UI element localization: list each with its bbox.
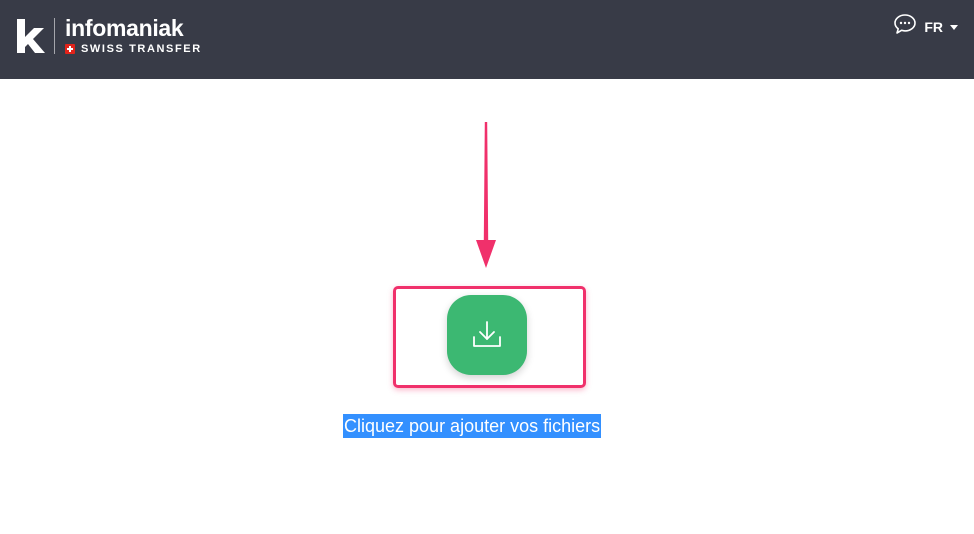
product-name: SWISS TRANSFER <box>81 43 202 55</box>
logo-divider <box>54 18 55 54</box>
header-actions: FR <box>893 13 958 35</box>
swiss-flag-icon <box>65 44 75 54</box>
arrow-down-icon <box>476 122 496 268</box>
brand-name: infomaniak <box>65 15 184 41</box>
chat-bubble-icon[interactable] <box>893 13 917 35</box>
upload-instruction-link[interactable]: Cliquez pour ajouter vos fichiers <box>343 414 602 438</box>
logo[interactable]: infomaniak SWISS TRANSFER <box>16 16 202 56</box>
chevron-down-icon[interactable] <box>950 24 958 30</box>
upload-button[interactable] <box>447 295 527 375</box>
logo-text: infomaniak SWISS TRANSFER <box>65 17 202 55</box>
product-row: SWISS TRANSFER <box>65 43 202 55</box>
language-selector[interactable]: FR <box>924 19 943 35</box>
infomaniak-k-logo <box>17 19 45 53</box>
top-header: infomaniak SWISS TRANSFER FR <box>0 0 974 79</box>
download-tray-icon <box>473 321 501 347</box>
